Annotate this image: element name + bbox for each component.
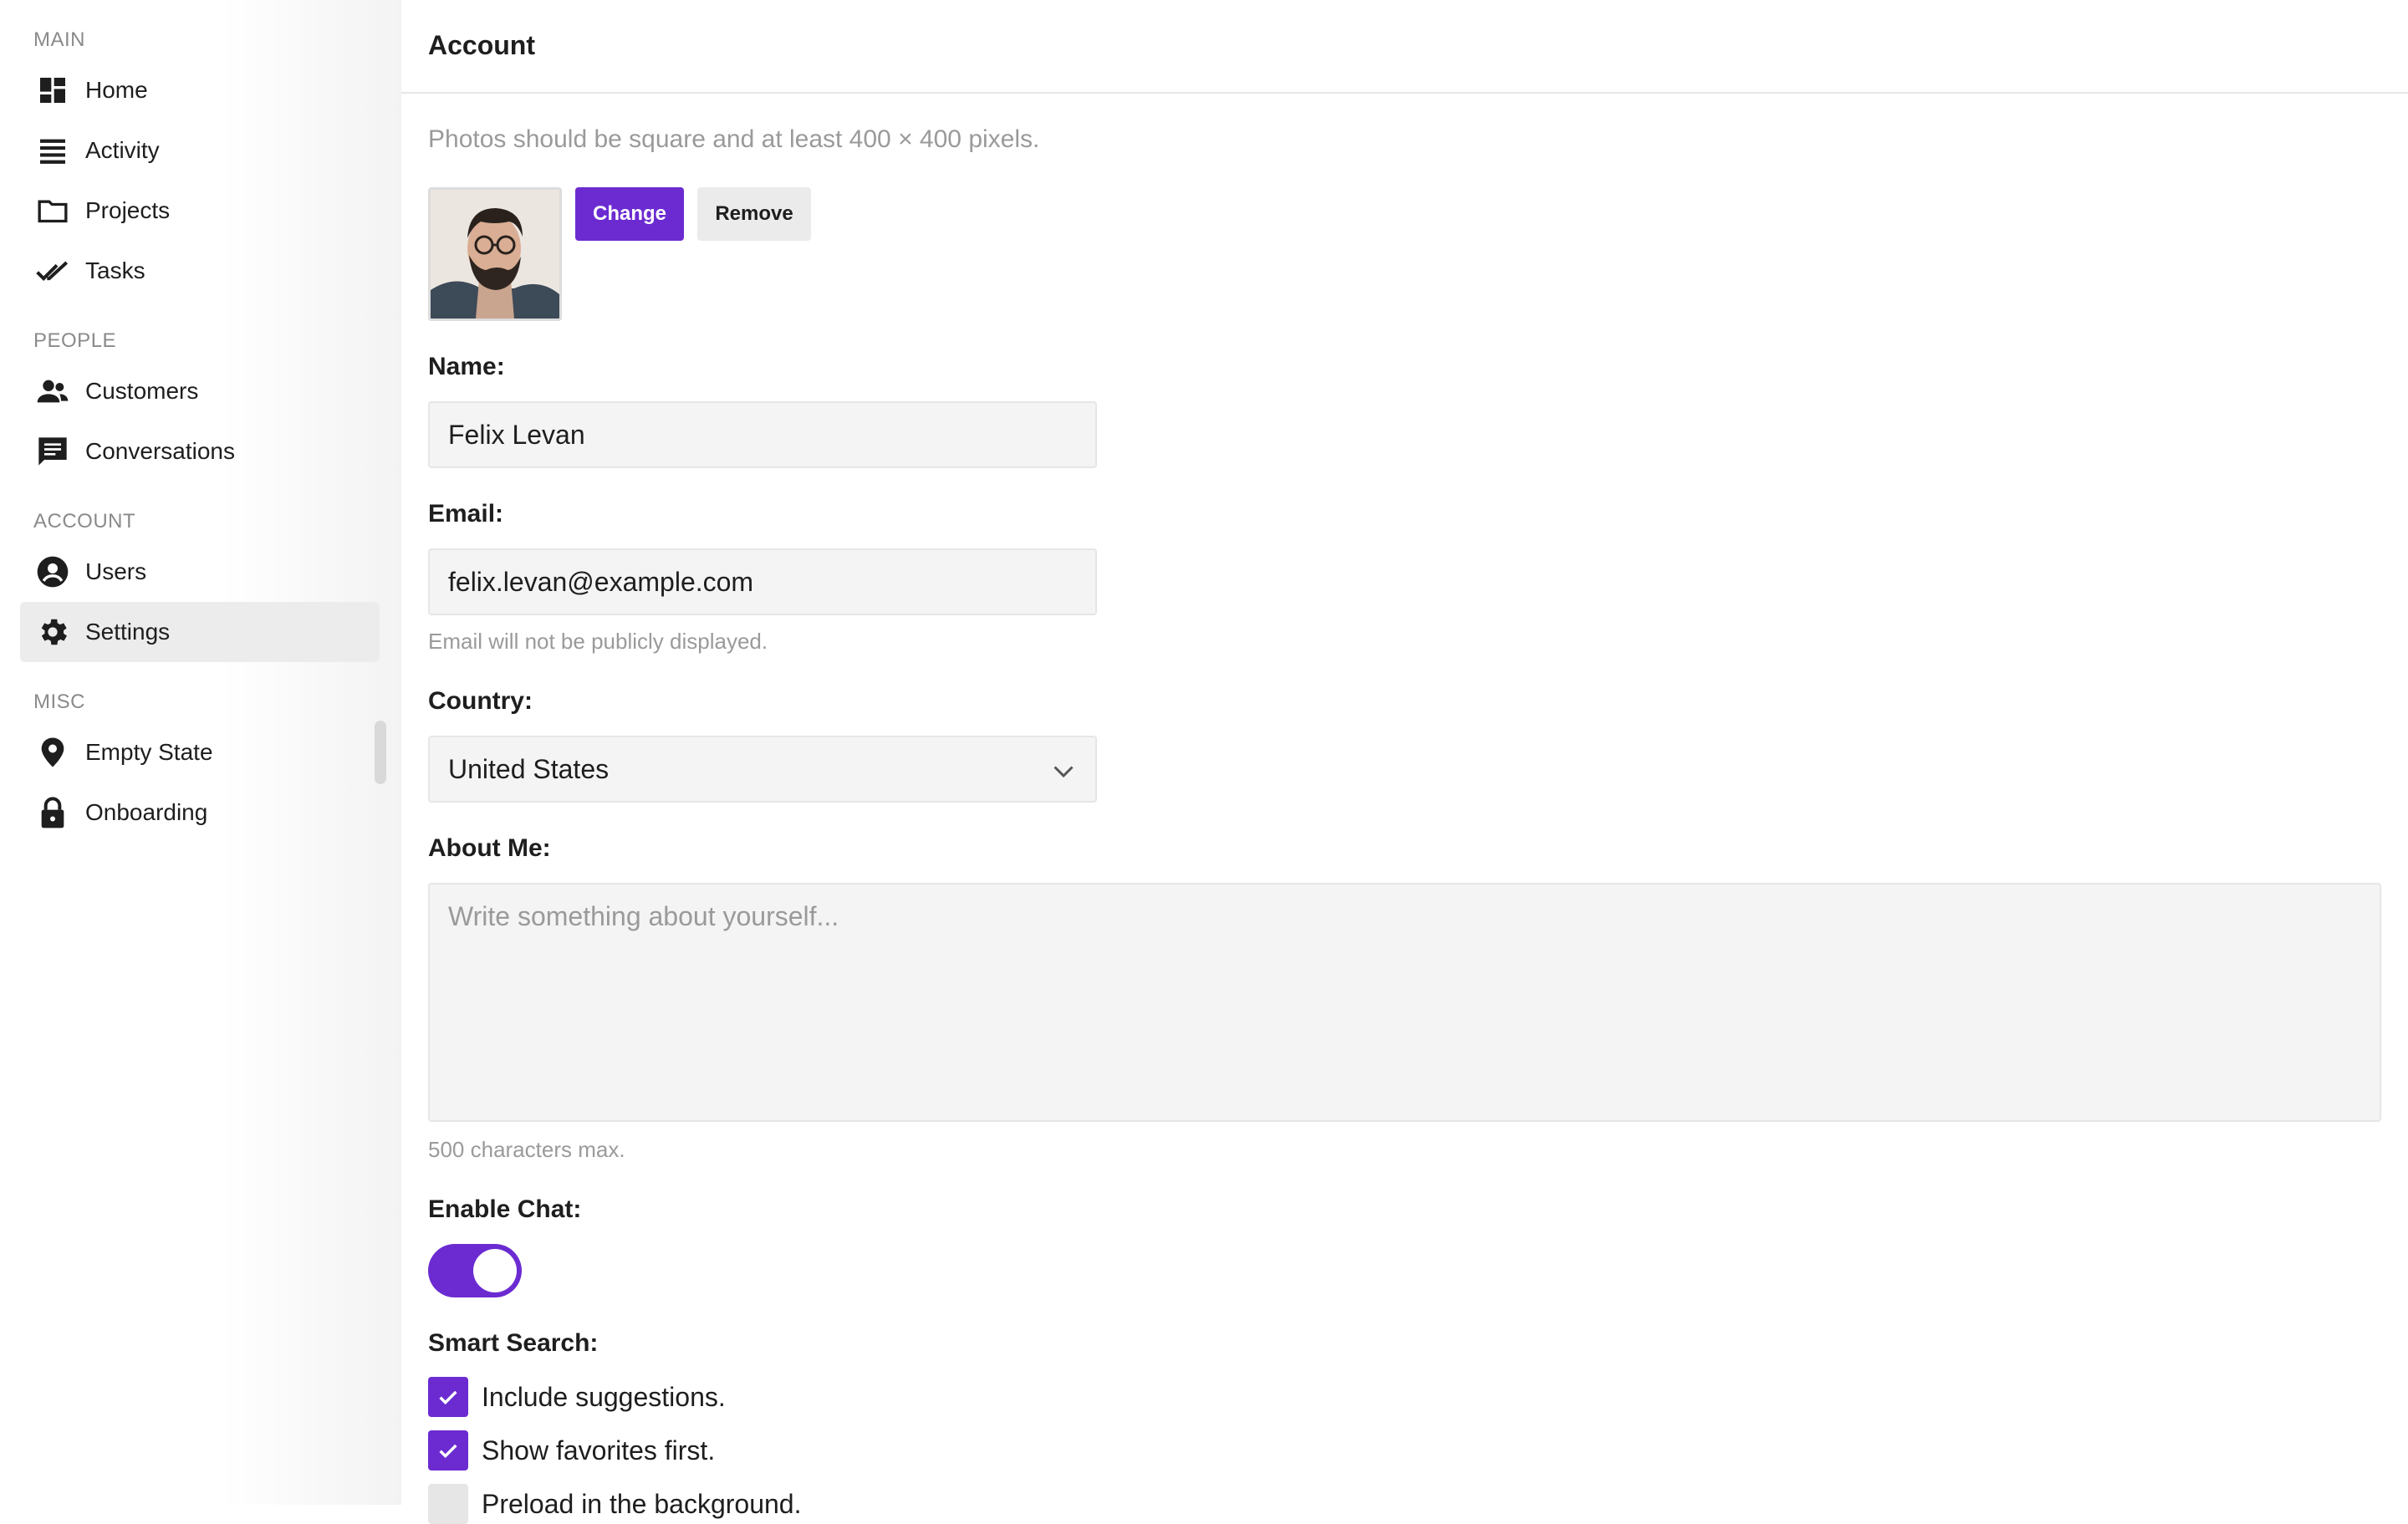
checkbox-show-favorites[interactable]: Show favorites first.: [428, 1430, 715, 1470]
checkbox-include-suggestions[interactable]: Include suggestions.: [428, 1377, 726, 1417]
chat-icon: [35, 434, 70, 469]
smart-search-label: Smart Search:: [428, 1329, 599, 1357]
checkbox-label: Preload in the background.: [482, 1488, 802, 1519]
people-icon: [35, 374, 70, 409]
folder-icon: [35, 193, 70, 228]
avatar: [428, 187, 562, 321]
about-textarea[interactable]: [428, 883, 2381, 1122]
sidebar-item-users[interactable]: Users: [20, 542, 380, 602]
sidebar-item-tasks[interactable]: Tasks: [20, 241, 380, 301]
sidebar-item-label: Tasks: [85, 257, 145, 283]
email-field[interactable]: [428, 548, 1097, 615]
sidebar-item-label: Empty State: [85, 739, 213, 765]
chevron-down-icon: [1048, 756, 1079, 786]
email-hint: Email will not be publicly displayed.: [428, 629, 768, 654]
change-photo-button[interactable]: Change: [575, 187, 684, 241]
sidebar-item-label: Home: [85, 77, 148, 103]
check-icon: [439, 1444, 457, 1459]
country-select-value: United States: [448, 754, 610, 784]
avatar-photo: [431, 190, 559, 319]
sidebar-item-label: Projects: [85, 197, 171, 223]
photo-hint: Photos should be square and at least 400…: [428, 125, 1040, 153]
sidebar-section-misc: MISC: [33, 691, 85, 713]
sidebar-section-people: PEOPLE: [33, 329, 117, 352]
gear-icon: [35, 614, 70, 650]
sidebar-item-label: Conversations: [85, 438, 235, 464]
name-field[interactable]: [428, 401, 1097, 468]
double-check-icon: [35, 253, 70, 288]
lock-icon: [35, 795, 70, 830]
enable-chat-toggle[interactable]: [428, 1244, 522, 1297]
country-select[interactable]: United States: [428, 736, 1097, 803]
remove-photo-button[interactable]: Remove: [697, 187, 811, 241]
sidebar-item-projects[interactable]: Projects: [20, 181, 380, 241]
toggle-knob: [473, 1249, 517, 1292]
main-content: Account Photos should be square and at l…: [401, 0, 2408, 1524]
sidebar-item-label: Onboarding: [85, 799, 208, 825]
sidebar-section-main: MAIN: [33, 28, 85, 51]
sidebar-item-label: Customers: [85, 378, 199, 404]
sidebar-item-conversations[interactable]: Conversations: [20, 421, 380, 482]
sidebar-item-label: Activity: [85, 137, 160, 163]
sidebar-item-activity[interactable]: Activity: [20, 120, 380, 181]
user-circle-icon: [35, 554, 70, 589]
sidebar-item-empty-state[interactable]: Empty State: [20, 722, 380, 782]
checkbox-preload[interactable]: Preload in the background.: [428, 1484, 801, 1524]
sidebar-scrollbar[interactable]: [375, 721, 386, 784]
page-header: Account: [401, 0, 2408, 94]
checkbox-label: Include suggestions.: [482, 1381, 726, 1412]
sidebar-item-onboarding[interactable]: Onboarding: [20, 782, 380, 843]
sidebar-section-account: ACCOUNT: [33, 510, 136, 533]
chat-label: Enable Chat:: [428, 1195, 582, 1223]
checkbox-unchecked[interactable]: [428, 1484, 468, 1524]
sidebar-item-settings[interactable]: Settings: [20, 602, 380, 662]
checkbox-label: Show favorites first.: [482, 1435, 716, 1465]
page-title: Account: [428, 30, 535, 60]
check-icon: [439, 1390, 457, 1405]
name-label: Name:: [428, 353, 505, 380]
sidebar-item-customers[interactable]: Customers: [20, 361, 380, 421]
sidebar-item-label: Users: [85, 558, 147, 584]
email-label: Email:: [428, 500, 504, 528]
sidebar: MAIN Home Activity Projects Tasks PEOPLE…: [0, 0, 401, 1505]
dashboard-icon: [35, 73, 70, 108]
checkbox-checked[interactable]: [428, 1377, 468, 1417]
sidebar-item-home[interactable]: Home: [20, 60, 380, 120]
list-icon: [35, 133, 70, 168]
sidebar-item-label: Settings: [85, 619, 171, 645]
about-label: About Me:: [428, 834, 551, 862]
map-pin-icon: [35, 735, 70, 770]
about-hint: 500 characters max.: [428, 1137, 625, 1162]
checkbox-checked[interactable]: [428, 1430, 468, 1470]
country-label: Country:: [428, 687, 533, 715]
